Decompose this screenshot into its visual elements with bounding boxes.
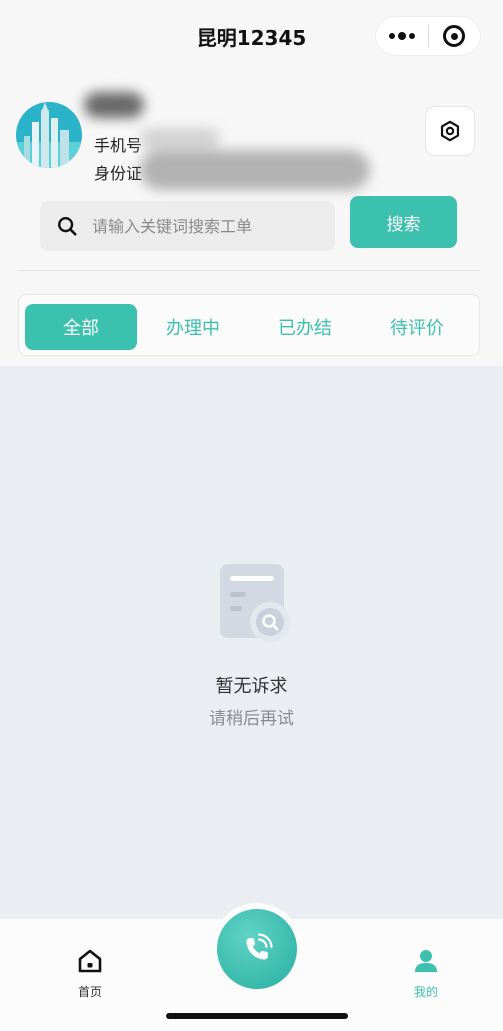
search-button[interactable]: 搜索 [350, 196, 457, 248]
tab-completed[interactable]: 已办结 [249, 304, 361, 350]
ticket-list-area: 暂无诉求 请稍后再试 [0, 366, 503, 918]
nav-item-home[interactable]: 首页 [60, 947, 120, 1000]
close-miniprogram-button[interactable] [429, 16, 480, 56]
settings-gear-icon [440, 120, 460, 142]
name-redaction [84, 92, 144, 118]
hotline-call-button[interactable] [217, 909, 297, 989]
tab-all[interactable]: 全部 [25, 304, 137, 350]
avatar[interactable] [16, 102, 82, 168]
nav-item-mine[interactable]: 我的 [396, 947, 456, 1000]
call-button-ring [211, 903, 303, 995]
phone-call-icon [246, 933, 273, 960]
search-input[interactable] [92, 216, 322, 236]
nav-label-mine: 我的 [413, 985, 438, 999]
phone-redaction [140, 128, 220, 150]
phone-label: 手机号 [94, 136, 143, 155]
home-icon [78, 949, 102, 973]
more-options-button[interactable] [376, 16, 428, 56]
nav-label-home: 首页 [77, 985, 102, 999]
tab-to-evaluate[interactable]: 待评价 [361, 304, 473, 350]
more-dots-icon [389, 33, 395, 39]
title-bar: 昆明12345 [0, 0, 503, 70]
id-redaction [140, 150, 370, 190]
close-target-icon [443, 25, 466, 47]
empty-state-title: 暂无诉求 [215, 676, 288, 697]
search-box [40, 201, 335, 251]
settings-button[interactable] [425, 106, 475, 156]
empty-state-subtitle: 请稍后再试 [209, 709, 294, 729]
status-tabs: 全部 办理中 已办结 待评价 [18, 294, 480, 356]
id-label: 身份证 [94, 164, 143, 183]
tab-processing[interactable]: 办理中 [137, 304, 249, 350]
home-indicator [166, 1013, 348, 1019]
search-icon [58, 217, 77, 236]
miniprogram-capsule [375, 16, 481, 56]
empty-document-search-icon [220, 564, 290, 642]
user-icon [415, 950, 437, 972]
divider [18, 270, 480, 271]
